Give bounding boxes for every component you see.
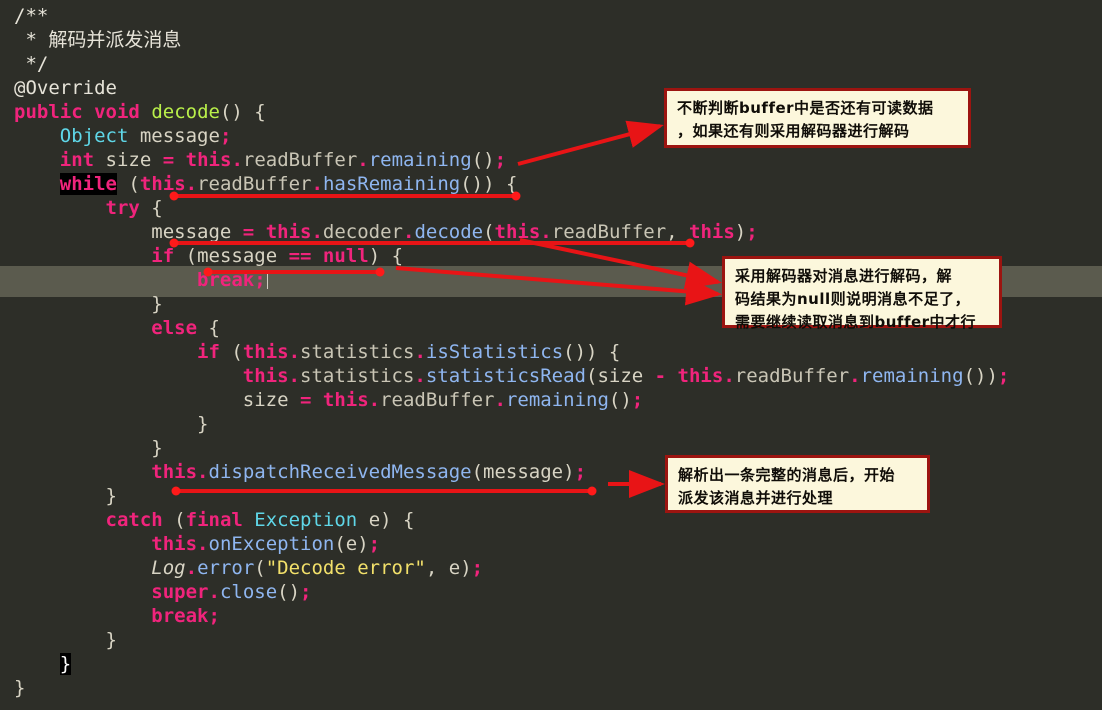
code-line-22-catch: catch (final Exception e) { [105,509,415,531]
text-caret [266,270,268,289]
code-line-4-annotation: @Override [14,77,117,99]
code-line-16-stats-read: this.statistics.statisticsRead(size - th… [242,365,1010,387]
code-editor-screenshot: /** * 解码并派发消息 */ @Override public void d… [0,0,1102,710]
code-line-18: } [14,413,209,435]
code-line-29: } [14,677,26,699]
callout-box-2: 采用解码器对消息进行解码，解 码结果为null则说明消息不足了， 需要继续读取消… [722,256,1002,331]
code-line-13: } [14,293,163,315]
code-line-26-break: break; [151,605,220,627]
code-line-28-highlighted-brace: } [14,652,72,676]
code-line-25-super-close: super.close(); [151,581,312,603]
callout-box-3: 解析出一条完整的消息后，开始 派发该消息并进行处理 [665,455,930,513]
code-line-7: int size = this.readBuffer.remaining(); [59,149,507,171]
code-line-24-log-error: Log.error("Decode error", e); [151,557,484,579]
highlighted-matching-brace: } [59,653,72,675]
code-line-8-while: while (this.readBuffer.hasRemaining()) { [59,173,518,195]
highlighted-while-keyword: while [59,173,117,195]
string-literal: "Decode error" [265,557,426,579]
code-line-21: } [14,485,117,507]
code-line-6: Object message; [59,125,232,147]
code-line-14-else: else { [151,317,220,339]
code-line-19: } [14,437,163,459]
comment-cn-text: 解码并派发消息 [48,29,182,51]
code-line-23-onexception: this.onException(e); [151,533,381,555]
code-line-12-break[interactable]: break; [14,268,268,292]
code-line-2: * 解码并派发消息 [14,29,182,51]
callout-box-1: 不断判断buffer中是否还有可读数据 ，如果还有则采用解码器进行解码 [664,88,971,148]
code-line-27: } [14,629,117,651]
code-line-20-dispatch: this.dispatchReceivedMessage(message); [151,461,587,483]
code-line-9-try: try { [105,197,163,219]
code-line-5-signature: public void decode() { [14,101,266,123]
code-line-10-decode: message = this.decoder.decode(this.readB… [14,221,758,243]
code-line-11-if-null: if (message == null) { [151,245,404,267]
code-line-15-if-stats: if (this.statistics.isStatistics()) { [197,341,621,363]
code-line-1: /** [14,5,49,27]
code-line-17-size: size = this.readBuffer.remaining(); [14,389,644,411]
code-line-3: */ [14,53,49,75]
